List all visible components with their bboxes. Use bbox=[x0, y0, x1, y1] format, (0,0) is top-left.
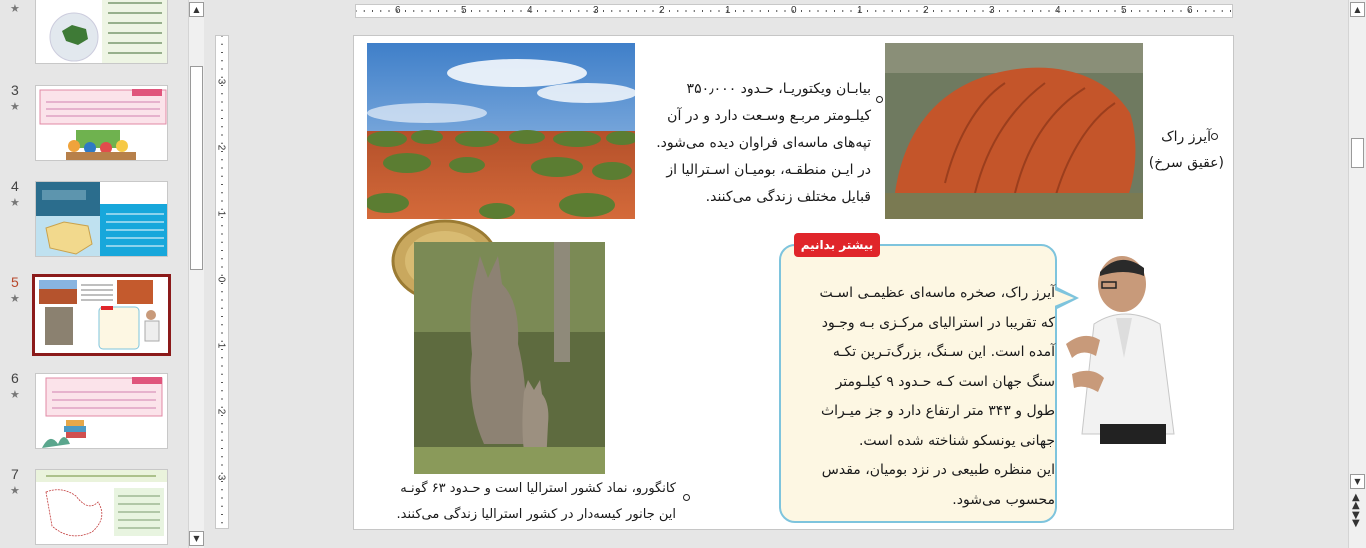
text-line: این منظره طبیعی در نزد بومیان، مقدس bbox=[821, 462, 1055, 478]
slide-thumbnail-7[interactable] bbox=[35, 469, 168, 545]
text-line: قبایل مختلف زندگی می‌کنند. bbox=[705, 189, 871, 205]
ruler-label: 5 bbox=[1121, 5, 1127, 16]
ruler-label: 3 bbox=[215, 78, 227, 85]
animation-star-icon: ★ bbox=[10, 196, 20, 209]
slide-number-5: 5 bbox=[11, 274, 19, 290]
bullet-icon bbox=[1211, 133, 1218, 140]
ruler-label: 2 bbox=[215, 408, 227, 415]
thumb-4-preview bbox=[36, 182, 167, 256]
thumbnails-scrollbar[interactable]: ▲ ▼ bbox=[188, 0, 204, 548]
text-line: جهانی یونسکو شناخته شده است. bbox=[858, 432, 1055, 449]
next-slide-icon[interactable]: ▼ ▼ bbox=[1352, 511, 1360, 529]
know-more-badge: بیشتر بدانیم bbox=[794, 233, 880, 257]
kangaroo-photo[interactable] bbox=[414, 242, 605, 474]
text-line: تپه‌های ماسه‌ای فراوان دیده می‌شود. bbox=[656, 135, 871, 151]
ruler-label: 4 bbox=[527, 5, 533, 16]
slide-canvas[interactable]: بیابـان ویکتوریـا، حـدود ۳۵۰٫۰۰۰ کیلـومت… bbox=[353, 35, 1234, 530]
text-line: طول و ۳۴۳ متر ارتفاع دارد و جز میـراث bbox=[820, 403, 1055, 419]
text-line: کیلـومتر مربـع وسـعت دارد و در آن bbox=[667, 108, 871, 124]
slide-thumbnail-6[interactable] bbox=[35, 373, 168, 449]
ruler-label: 3 bbox=[989, 5, 995, 16]
ruler-label: 3 bbox=[215, 474, 227, 481]
text-line: محسوب می‌شود. bbox=[952, 491, 1055, 508]
ruler-label: 4 bbox=[1055, 5, 1061, 16]
text-line: سنگ جهان است کـه حـدود ۹ کیلـومتر bbox=[835, 373, 1055, 390]
ayers-rock-photo[interactable] bbox=[885, 43, 1143, 219]
thumb-7-preview bbox=[36, 470, 167, 537]
slide-editor: 6 5 4 3 2 1 0 1 2 3 4 5 6 3 2 1 0 1 2 3 bbox=[205, 0, 1348, 548]
previous-slide-icon[interactable]: ▲ ▲ bbox=[1352, 493, 1360, 511]
presentation-editor: ★ 3 ★ 4 ★ 5 ★ 6 ★ 7 ★ ▲ ▼ 6 5 4 3 2 1 0 … bbox=[0, 0, 1366, 548]
text-line: کانگورو، نماد کشور استرالیا است و حـدود … bbox=[400, 481, 676, 496]
scroll-down-icon[interactable]: ▼ bbox=[189, 531, 204, 546]
bullet-icon bbox=[876, 95, 883, 103]
bullet-icon bbox=[683, 494, 690, 501]
kangaroo-caption[interactable]: کانگورو، نماد کشور استرالیا است و حـدود … bbox=[354, 476, 690, 528]
ayers-rock-label[interactable]: آیرز راک (عقیق سرخ) bbox=[1144, 124, 1224, 176]
animation-star-icon: ★ bbox=[10, 100, 20, 113]
ruler-label: 6 bbox=[1187, 5, 1193, 16]
animation-star-icon: ★ bbox=[10, 292, 20, 305]
ruler-label: 1 bbox=[215, 342, 227, 349]
text-line: آمده است. این سـنگ، بزرگ‌تـرین تکـه bbox=[832, 344, 1055, 360]
ruler-label: 2 bbox=[659, 5, 665, 16]
scroll-up-icon[interactable]: ▲ bbox=[1350, 2, 1365, 17]
text-line: آیرز راک، صخره ماسه‌ای عظیمـی اسـت bbox=[819, 285, 1055, 301]
slide-number-4: 4 bbox=[11, 178, 19, 194]
ruler-label: 2 bbox=[215, 144, 227, 151]
thumb-5-preview bbox=[35, 277, 168, 353]
know-more-callout[interactable]: آیرز راک، صخره ماسه‌ای عظیمـی اسـت که تق… bbox=[779, 244, 1079, 523]
thumbnails-scroll-thumb[interactable] bbox=[190, 66, 203, 270]
callout-text: آیرز راک، صخره ماسه‌ای عظیمـی اسـت که تق… bbox=[789, 279, 1055, 515]
ruler-label: 1 bbox=[857, 5, 863, 16]
teacher-illustration[interactable] bbox=[1054, 254, 1184, 444]
thumb-3-preview bbox=[39, 89, 167, 160]
ruler-label: 2 bbox=[923, 5, 929, 16]
label-line: (عقیق سرخ) bbox=[1148, 155, 1224, 171]
animation-star-icon: ★ bbox=[10, 484, 20, 497]
vertical-ruler[interactable]: 3 2 1 0 1 2 3 bbox=[215, 35, 229, 529]
victoria-desert-photo[interactable] bbox=[367, 43, 635, 219]
victoria-description[interactable]: بیابـان ویکتوریـا، حـدود ۳۵۰٫۰۰۰ کیلـومت… bbox=[641, 76, 883, 211]
ruler-label: 0 bbox=[791, 5, 797, 16]
slide-thumbnail-5-selected[interactable] bbox=[32, 274, 171, 356]
ruler-label: 1 bbox=[725, 5, 731, 16]
text-line: این جانور کیسه‌دار در کشور استرالیا زندگ… bbox=[396, 507, 676, 522]
scroll-down-icon[interactable]: ▼ bbox=[1350, 474, 1365, 489]
ruler-label: 5 bbox=[461, 5, 467, 16]
slide-number-3: 3 bbox=[11, 82, 19, 98]
ruler-label: 1 bbox=[215, 210, 227, 217]
animation-star-icon: ★ bbox=[10, 388, 20, 401]
slide-number-7: 7 bbox=[11, 466, 19, 482]
badge-label: بیشتر بدانیم bbox=[800, 238, 874, 252]
horizontal-ruler[interactable]: 6 5 4 3 2 1 0 1 2 3 4 5 6 bbox=[355, 4, 1233, 18]
scroll-up-icon[interactable]: ▲ bbox=[189, 2, 204, 17]
slide-thumbnail-2[interactable] bbox=[35, 0, 168, 64]
text-line: بیابـان ویکتوریـا، حـدود ۳۵۰٫۰۰۰ bbox=[686, 81, 871, 97]
ruler-label: 6 bbox=[395, 5, 401, 16]
text-line: که تقریبا در استرالیای مرکـزی بـه وجـود bbox=[821, 314, 1055, 331]
editor-scrollbar[interactable]: ▲ ▼ ▲ ▲ ▼ ▼ bbox=[1348, 0, 1366, 548]
label-line: آیرز راک bbox=[1161, 129, 1211, 145]
slide-number-6: 6 bbox=[11, 370, 19, 386]
ruler-label: 0 bbox=[215, 276, 227, 283]
ruler-label: 3 bbox=[593, 5, 599, 16]
slide-thumbnails-pane: ★ 3 ★ 4 ★ 5 ★ 6 ★ 7 ★ bbox=[0, 0, 188, 548]
editor-scroll-thumb[interactable] bbox=[1351, 138, 1364, 168]
slide-thumbnail-3[interactable] bbox=[35, 85, 168, 161]
text-line: در ایـن منطقـه، بومیـان اسـترالیا از bbox=[666, 162, 871, 178]
animation-star-icon: ★ bbox=[10, 2, 20, 15]
thumb-6-preview bbox=[42, 377, 163, 448]
thumb-2-preview bbox=[36, 0, 167, 63]
slide-thumbnail-4[interactable] bbox=[35, 181, 168, 257]
